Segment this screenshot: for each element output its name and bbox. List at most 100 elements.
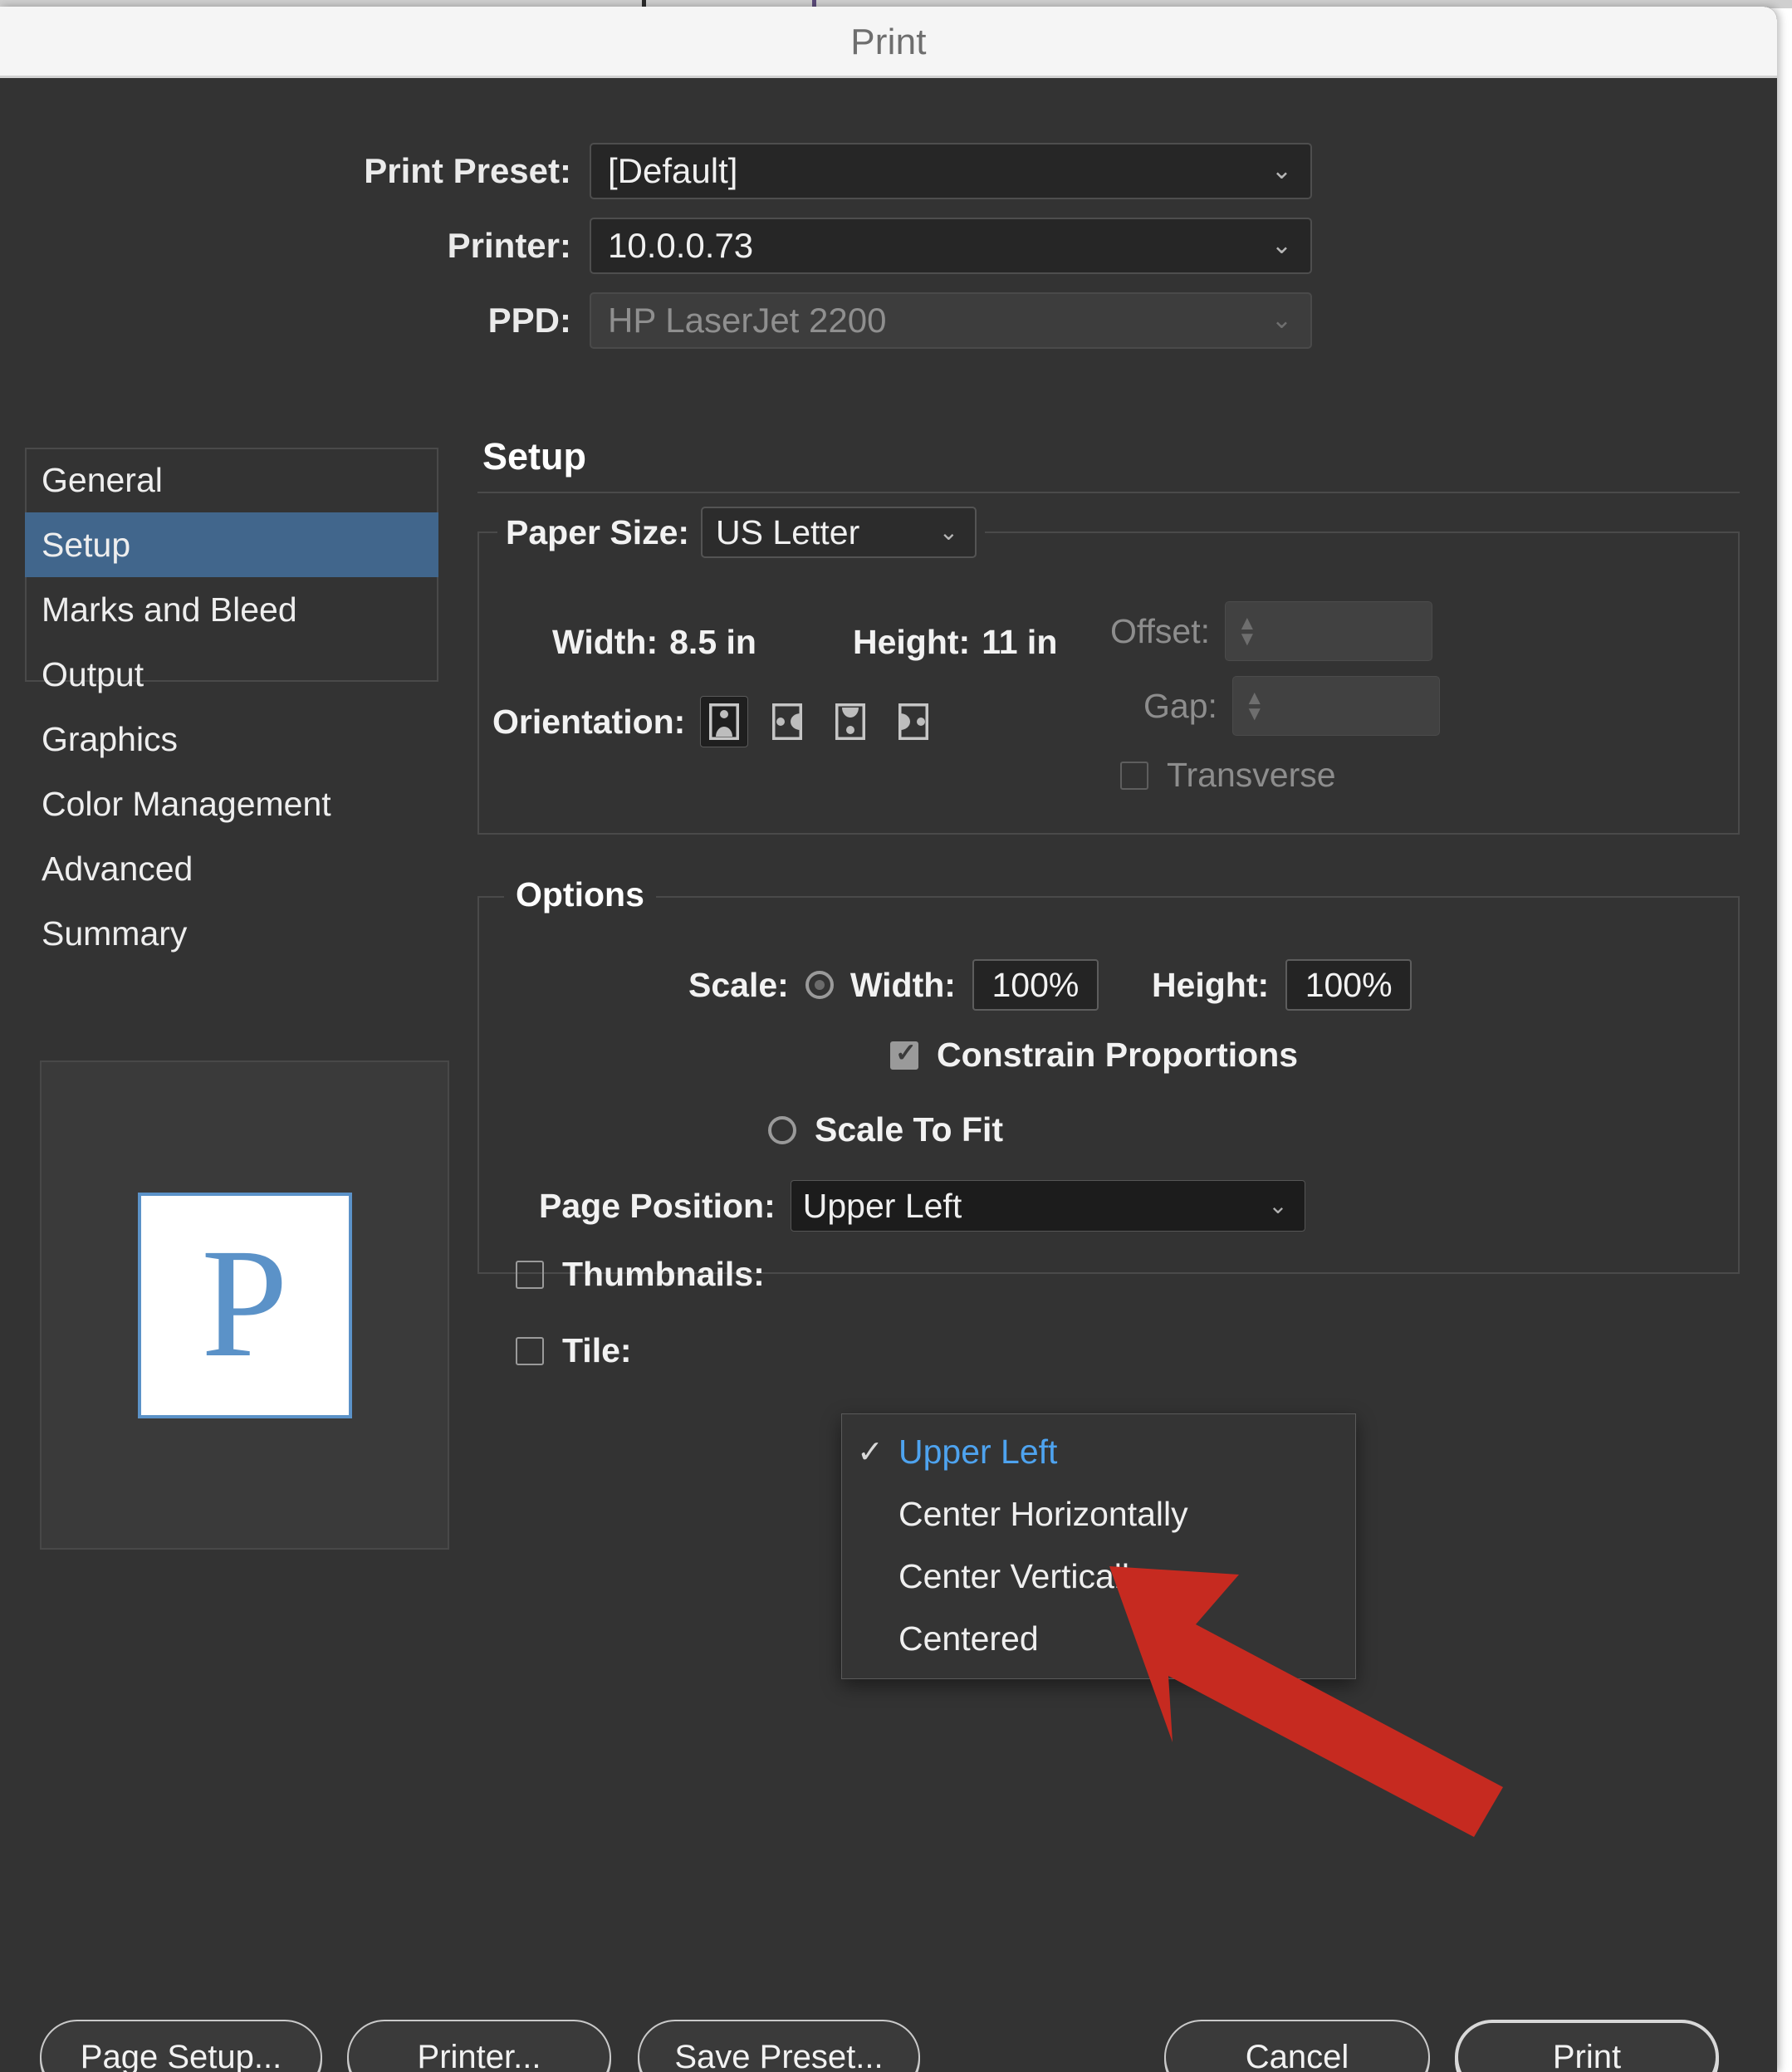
print-button[interactable]: Print	[1455, 2020, 1719, 2072]
orientation-portrait-button[interactable]	[700, 696, 748, 747]
sidebar-item-color-management[interactable]: Color Management	[25, 771, 438, 836]
sidebar-item-general[interactable]: General	[25, 448, 438, 512]
print-preview[interactable]: P	[40, 1060, 449, 1550]
sidebar-item-summary[interactable]: Summary	[25, 901, 438, 966]
cancel-button[interactable]: Cancel	[1164, 2020, 1430, 2072]
offset-label: Offset:	[1110, 612, 1210, 651]
gap-input: ▲▼	[1232, 676, 1440, 736]
page-setup-button[interactable]: Page Setup...	[40, 2020, 322, 2072]
printer-dropdown[interactable]: 10.0.0.73 ⌄	[590, 218, 1312, 274]
ppd-label: PPD:	[0, 301, 590, 340]
page-position-value: Upper Left	[791, 1187, 962, 1226]
page-title: Setup	[477, 435, 1740, 478]
options-group: Options Scale: Width: 100% Height: 100% …	[477, 896, 1740, 1274]
page-position-menu: ✓ Upper Left Center Horizontally Center …	[841, 1413, 1356, 1679]
scale-to-fit-label: Scale To Fit	[815, 1110, 1003, 1149]
printer-label: Printer:	[0, 226, 590, 266]
menu-item-center-horizontally[interactable]: Center Horizontally	[842, 1483, 1355, 1545]
paper-size-dropdown[interactable]: US Letter ⌄	[701, 507, 977, 558]
orientation-portrait-flipped-button[interactable]	[826, 696, 874, 747]
chevron-down-icon: ⌄	[1271, 233, 1292, 258]
thumbnails-checkbox[interactable]	[516, 1261, 544, 1289]
sidebar-item-label: Graphics	[42, 720, 178, 759]
sidebar-item-label: Color Management	[42, 785, 331, 824]
page-position-dropdown[interactable]: Upper Left ⌄	[791, 1180, 1305, 1232]
paper-height-label: Height:	[853, 623, 970, 662]
menu-item-label: Center Horizontally	[898, 1495, 1188, 1534]
tile-label: Tile:	[562, 1331, 632, 1370]
menu-item-center-vertically[interactable]: Center Vertically	[842, 1545, 1355, 1608]
scale-label: Scale:	[688, 966, 789, 1005]
scale-width-radio[interactable]	[805, 971, 834, 999]
button-label: Print	[1553, 2039, 1621, 2072]
print-dialog-window: Print Print Preset: [Default] ⌄ Printer:…	[0, 7, 1777, 2072]
chevron-down-icon: ⌄	[1271, 308, 1292, 333]
sidebar-item-marks-and-bleed[interactable]: Marks and Bleed	[25, 577, 438, 642]
sidebar-item-label: Marks and Bleed	[42, 590, 297, 629]
orientation-landscape-button[interactable]	[763, 696, 811, 747]
printer-button[interactable]: Printer...	[347, 2020, 611, 2072]
sidebar-item-advanced[interactable]: Advanced	[25, 836, 438, 901]
sidebar-item-label: Advanced	[42, 850, 193, 889]
printer-value: 10.0.0.73	[591, 226, 753, 266]
print-preset-value: [Default]	[591, 151, 737, 191]
dialog-title: Print	[0, 22, 1777, 63]
scale-height-input[interactable]: 100%	[1285, 959, 1412, 1011]
sidebar-item-setup[interactable]: Setup	[25, 512, 438, 577]
button-label: Cancel	[1246, 2039, 1349, 2072]
dialog-body: Print Preset: [Default] ⌄ Printer: 10.0.…	[0, 78, 1777, 2072]
button-label: Save Preset...	[674, 2039, 883, 2072]
portrait-flipped-icon	[835, 703, 865, 740]
tile-checkbox[interactable]	[516, 1337, 544, 1365]
paper-width-value: 8.5 in	[669, 623, 756, 662]
scale-width-label: Width:	[850, 966, 956, 1005]
scale-width-input[interactable]: 100%	[972, 959, 1099, 1011]
preview-page-glyph: P	[201, 1225, 288, 1381]
landscape-icon	[772, 703, 802, 740]
thumbnails-label: Thumbnails:	[562, 1255, 765, 1294]
sidebar-nav: General Setup Marks and Bleed Output Gra…	[25, 448, 438, 966]
orientation-label: Orientation:	[492, 703, 685, 742]
sidebar-item-output[interactable]: Output	[25, 642, 438, 707]
save-preset-button[interactable]: Save Preset...	[638, 2020, 920, 2072]
print-preset-label: Print Preset:	[0, 151, 590, 191]
sidebar-item-label: Summary	[42, 914, 187, 953]
screenshot-root: Print Print Preset: [Default] ⌄ Printer:…	[0, 0, 1792, 2072]
chevron-down-icon: ⌄	[939, 521, 958, 544]
dialog-titlebar: Print	[0, 7, 1777, 78]
paper-width-label: Width:	[552, 623, 658, 662]
page-position-label: Page Position:	[539, 1187, 776, 1226]
title-divider	[477, 492, 1740, 493]
sidebar-item-label: General	[42, 461, 163, 500]
print-preset-dropdown[interactable]: [Default] ⌄	[590, 143, 1312, 199]
sidebar-item-graphics[interactable]: Graphics	[25, 707, 438, 771]
menu-item-upper-left[interactable]: ✓ Upper Left	[842, 1421, 1355, 1483]
transverse-label: Transverse	[1167, 756, 1336, 795]
gap-label: Gap:	[1143, 687, 1217, 726]
paper-size-label: Paper Size:	[506, 513, 689, 552]
ppd-dropdown: HP LaserJet 2200 ⌄	[590, 292, 1312, 349]
preview-page: P	[138, 1193, 352, 1418]
landscape-flipped-icon	[898, 703, 928, 740]
button-label: Page Setup...	[81, 2039, 282, 2072]
ppd-value: HP LaserJet 2200	[591, 301, 886, 340]
setup-group: Paper Size: US Letter ⌄ Width: 8.5 in He…	[477, 531, 1740, 835]
options-legend: Options	[504, 875, 656, 914]
scale-to-fit-radio[interactable]	[768, 1116, 796, 1144]
paper-height-value: 11 in	[982, 623, 1057, 662]
menu-item-centered[interactable]: Centered	[842, 1608, 1355, 1670]
offset-input: ▲▼	[1225, 601, 1432, 661]
setup-panel: Setup Paper Size: US Letter ⌄ Width:	[477, 435, 1740, 1274]
menu-item-label: Center Vertically	[898, 1557, 1147, 1596]
chevron-down-icon: ⌄	[1271, 159, 1292, 184]
menu-item-label: Upper Left	[898, 1433, 1057, 1472]
print-preset-row: Print Preset: [Default] ⌄	[0, 143, 1312, 199]
stepper-arrows-icon: ▲▼	[1245, 690, 1265, 722]
check-icon: ✓	[857, 1433, 898, 1471]
orientation-landscape-flipped-button[interactable]	[889, 696, 938, 747]
printer-row: Printer: 10.0.0.73 ⌄	[0, 218, 1312, 274]
constrain-proportions-checkbox[interactable]	[890, 1041, 918, 1070]
sidebar-item-label: Output	[42, 655, 144, 694]
orientation-button-group	[700, 696, 938, 747]
constrain-proportions-label: Constrain Proportions	[937, 1036, 1298, 1075]
